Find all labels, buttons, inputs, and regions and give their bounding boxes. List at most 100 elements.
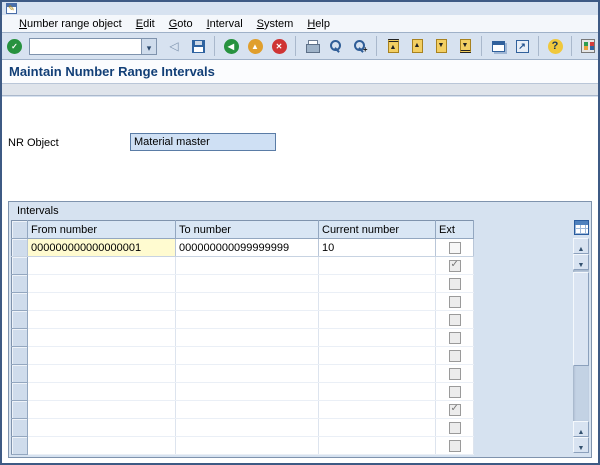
last-page-button[interactable]: ▼ — [454, 35, 476, 57]
cell-current-number[interactable] — [318, 256, 436, 275]
cell-to-number[interactable] — [175, 310, 319, 329]
find-next-button[interactable]: + — [349, 35, 371, 57]
ext-checkbox[interactable] — [448, 367, 461, 380]
cell-from-number[interactable] — [27, 400, 176, 419]
cell-to-number[interactable]: 000000000099999999 — [175, 238, 319, 257]
row-selector[interactable] — [11, 364, 28, 383]
cell-to-number[interactable] — [175, 292, 319, 311]
ext-checkbox[interactable] — [448, 277, 461, 290]
row-selector[interactable] — [11, 400, 28, 419]
ext-checkbox[interactable] — [448, 259, 461, 272]
menu-interval[interactable]: Interval — [200, 16, 250, 32]
cell-to-number[interactable] — [175, 346, 319, 365]
col-header-ext[interactable]: Ext — [435, 220, 474, 239]
row-selector[interactable] — [11, 328, 28, 347]
cell-to-number[interactable] — [175, 400, 319, 419]
cell-from-number[interactable] — [27, 274, 176, 293]
cell-to-number[interactable] — [175, 364, 319, 383]
table-row — [11, 436, 474, 455]
shortcut-button[interactable]: ↗ — [511, 35, 533, 57]
cell-current-number[interactable] — [318, 310, 436, 329]
cell-current-number[interactable]: 10 — [318, 238, 436, 257]
scroll-down-button[interactable] — [573, 254, 589, 270]
cell-current-number[interactable] — [318, 292, 436, 311]
cell-current-number[interactable] — [318, 382, 436, 401]
cell-from-number[interactable] — [27, 436, 176, 455]
ext-checkbox[interactable] — [448, 313, 461, 326]
cell-to-number[interactable] — [175, 418, 319, 437]
previous-page-button[interactable]: ▲ — [406, 35, 428, 57]
table-settings-icon[interactable] — [574, 220, 589, 235]
next-page-button[interactable]: ▼ — [430, 35, 452, 57]
customize-button[interactable] — [577, 35, 598, 57]
scrollbar-thumb[interactable] — [573, 272, 589, 366]
cell-from-number[interactable]: 000000000000000001 — [27, 238, 176, 257]
cell-current-number[interactable] — [318, 400, 436, 419]
cell-to-number[interactable] — [175, 436, 319, 455]
save-button[interactable] — [187, 35, 209, 57]
col-header-to-number[interactable]: To number — [175, 220, 319, 239]
cell-from-number[interactable] — [27, 310, 176, 329]
help-button[interactable]: ? — [544, 35, 566, 57]
print-button[interactable] — [301, 35, 323, 57]
command-history-button[interactable] — [141, 37, 157, 55]
ext-checkbox[interactable] — [448, 295, 461, 308]
cell-current-number[interactable] — [318, 436, 436, 455]
cell-from-number[interactable] — [27, 382, 176, 401]
enter-button[interactable] — [6, 35, 23, 57]
row-selector[interactable] — [11, 382, 28, 401]
cell-from-number[interactable] — [27, 346, 176, 365]
scroll-up-button-bottom[interactable] — [573, 421, 589, 437]
selector-column-header[interactable] — [11, 220, 28, 239]
ext-checkbox[interactable] — [448, 439, 461, 452]
ext-checkbox[interactable] — [448, 421, 461, 434]
back-button[interactable]: ◀ — [220, 35, 242, 57]
menu-system[interactable]: System — [250, 16, 301, 32]
row-selector[interactable] — [11, 256, 28, 275]
row-selector[interactable] — [11, 292, 28, 311]
nr-object-field[interactable] — [130, 133, 276, 151]
col-header-current-number[interactable]: Current number — [318, 220, 436, 239]
cell-current-number[interactable] — [318, 418, 436, 437]
cell-current-number[interactable] — [318, 346, 436, 365]
ext-checkbox[interactable] — [448, 403, 461, 416]
ext-checkbox[interactable] — [448, 385, 461, 398]
row-selector[interactable] — [11, 436, 28, 455]
menu-help[interactable]: Help — [300, 16, 337, 32]
first-page-button[interactable]: ▲ — [382, 35, 404, 57]
back-triangle-button[interactable]: ◁ — [163, 35, 185, 57]
cell-to-number[interactable] — [175, 256, 319, 275]
scroll-up-button[interactable] — [573, 238, 589, 254]
cell-to-number[interactable] — [175, 382, 319, 401]
col-header-from-number[interactable]: From number — [27, 220, 176, 239]
cell-current-number[interactable] — [318, 328, 436, 347]
cancel-button[interactable]: ✕ — [268, 35, 290, 57]
cell-current-number[interactable] — [318, 364, 436, 383]
cell-from-number[interactable] — [27, 292, 176, 311]
row-selector[interactable] — [11, 310, 28, 329]
menu-number-range-object[interactable]: Number range object — [12, 16, 129, 32]
exit-button[interactable]: ▲ — [244, 35, 266, 57]
ext-checkbox[interactable] — [448, 331, 461, 344]
command-field[interactable] — [29, 37, 141, 55]
row-selector[interactable] — [11, 346, 28, 365]
find-button[interactable] — [325, 35, 347, 57]
cell-from-number[interactable] — [27, 418, 176, 437]
row-selector[interactable] — [11, 418, 28, 437]
new-session-button[interactable] — [487, 35, 509, 57]
cell-from-number[interactable] — [27, 256, 176, 275]
ext-checkbox[interactable] — [448, 349, 461, 362]
cell-to-number[interactable] — [175, 274, 319, 293]
scroll-down-button-bottom[interactable] — [573, 437, 589, 453]
scrollbar-track[interactable] — [573, 270, 589, 421]
row-selector[interactable] — [11, 274, 28, 293]
cell-from-number[interactable] — [27, 364, 176, 383]
cell-from-number[interactable] — [27, 328, 176, 347]
menu-edit[interactable]: Edit — [129, 16, 162, 32]
cell-current-number[interactable] — [318, 274, 436, 293]
cell-to-number[interactable] — [175, 328, 319, 347]
row-selector[interactable] — [11, 238, 28, 257]
ext-checkbox[interactable] — [448, 241, 461, 254]
screen-icon[interactable] — [6, 3, 17, 14]
menu-goto[interactable]: Goto — [162, 16, 200, 32]
